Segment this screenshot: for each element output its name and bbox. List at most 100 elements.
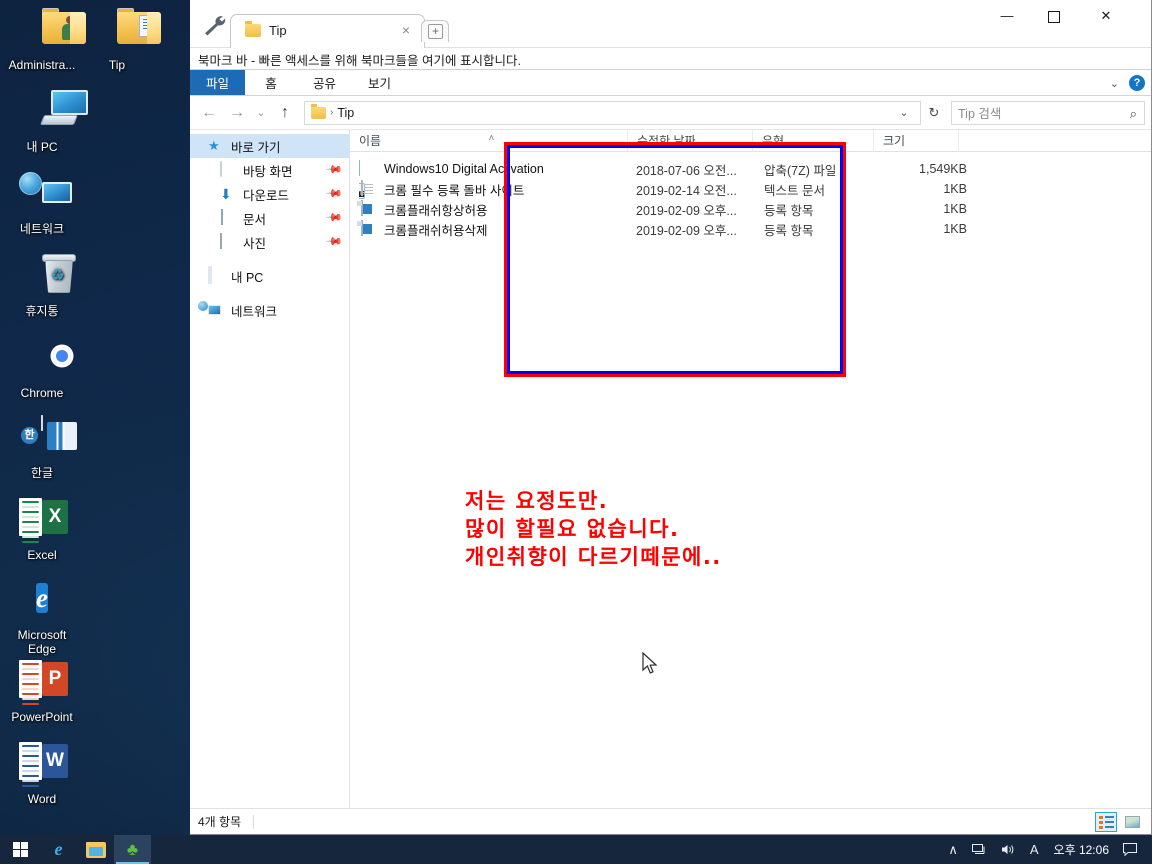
wrench-icon[interactable]	[202, 14, 228, 36]
desktop-icon-word[interactable]: W Word	[4, 742, 80, 806]
column-header-name[interactable]: ˄ 이름	[350, 129, 628, 152]
pin-icon: 📌	[324, 232, 343, 251]
file-date-modified: 2019-02-14 오전...	[636, 183, 737, 198]
desktop-icon-label: 네트워크	[19, 222, 65, 236]
ime-indicator[interactable]: A	[1023, 835, 1046, 864]
column-header-label: 유형	[762, 133, 785, 148]
desktop-icon-label: PowerPoint	[11, 710, 73, 724]
powerpoint-icon: P	[4, 660, 80, 706]
pin-icon: 📌	[324, 160, 343, 179]
windows-logo-icon	[12, 842, 28, 857]
file-type: 등록 항목	[764, 223, 814, 238]
sort-ascending-icon: ˄	[488, 132, 495, 144]
breadcrumb-separator: ›	[330, 107, 334, 118]
refresh-button[interactable]: ↻	[923, 105, 945, 121]
forward-button[interactable]: →	[224, 100, 250, 126]
pin-icon: 📌	[324, 208, 343, 227]
this-pc-icon	[208, 266, 225, 284]
sidebar-item-label: 사진	[243, 236, 267, 251]
navigation-pane: ★ 바로 가기 바탕 화면 📌 ⬇ 다운로드 📌 문서 📌 사진 📌 내 PC …	[190, 130, 350, 808]
desktop-icon-powerpoint[interactable]: P PowerPoint	[4, 660, 80, 724]
desktop-icon-edge[interactable]: e Microsoft Edge	[4, 578, 80, 656]
show-hidden-icons-chevron-icon[interactable]: ∧	[941, 835, 965, 864]
close-window-button[interactable]: ✕	[1083, 0, 1129, 32]
table-row[interactable]: 크롬플래쉬항상허용 2019-02-09 오후... 등록 항목 1KB	[350, 199, 1151, 219]
desktop-icon-grid: Administra... Tip 내 PC 네트워크 ♻ 휴지통 Chrome…	[0, 0, 190, 835]
new-tab-button[interactable]: +	[421, 20, 449, 42]
sidebar-item-downloads[interactable]: ⬇ 다운로드 📌	[190, 182, 349, 206]
desktop-icon-recycle-bin[interactable]: ♻ 휴지통	[4, 254, 80, 318]
recent-locations-button[interactable]: ⌄	[252, 100, 270, 126]
taskbar-button-file-explorer[interactable]	[77, 835, 114, 864]
registry-file-icon	[357, 219, 378, 238]
search-icon: ⌕	[1129, 105, 1137, 121]
explorer-body: ★ 바로 가기 바탕 화면 📌 ⬇ 다운로드 📌 문서 📌 사진 📌 내 PC …	[190, 129, 1151, 808]
ribbon-tab-home[interactable]: 홈	[245, 70, 297, 95]
text-file-icon	[359, 179, 378, 198]
sidebar-item-pictures[interactable]: 사진 📌	[190, 230, 349, 254]
file-list-pane: ˄ 이름 수정한 날짜 유형 크기 Windows10 Digital Acti…	[350, 129, 1151, 808]
file-date-modified: 2019-02-09 오후...	[636, 203, 737, 218]
sidebar-item-documents[interactable]: 문서 📌	[190, 206, 349, 230]
file-explorer-icon	[85, 841, 106, 858]
desktop-icon	[220, 161, 237, 178]
sidebar-item-this-pc[interactable]: 내 PC	[190, 264, 349, 288]
desktop-icon-label: Tip	[108, 58, 126, 72]
bookmark-bar[interactable]: 북마크 바 - 빠른 액세스를 위해 북마크들을 여기에 표시합니다.	[190, 48, 1151, 70]
thumbnail-view-button[interactable]	[1121, 812, 1143, 832]
minimize-button[interactable]: —	[984, 0, 1030, 32]
table-row[interactable]: 크롬플래쉬허용삭제 2019-02-09 오후... 등록 항목 1KB	[350, 219, 1151, 239]
column-header-type[interactable]: 유형	[753, 129, 874, 152]
start-button[interactable]	[0, 835, 40, 864]
column-header-size[interactable]: 크기	[874, 129, 959, 152]
column-header-date-modified[interactable]: 수정한 날짜	[628, 129, 753, 152]
desktop-icon-this-pc[interactable]: 내 PC	[4, 90, 88, 154]
sidebar-item-network[interactable]: 네트워크	[190, 298, 349, 322]
address-bar-row: ← → ⌄ ↑ › Tip ⌄ ↻ Tip 검색 ⌕	[190, 96, 1151, 130]
status-divider	[253, 814, 255, 829]
file-date-modified: 2019-02-09 오후...	[636, 223, 737, 238]
file-type: 텍스트 문서	[764, 183, 825, 198]
downloads-icon: ⬇	[220, 186, 232, 202]
file-size: 1KB	[943, 182, 967, 196]
folder-icon	[311, 103, 326, 119]
maximize-button[interactable]	[1031, 0, 1077, 32]
desktop-icon-chrome[interactable]: Chrome	[4, 336, 80, 400]
desktop-icon-network[interactable]: 네트워크	[4, 172, 80, 236]
taskbar-button-clover[interactable]: ♣	[114, 835, 151, 864]
chevron-down-icon[interactable]: ⌄	[1110, 77, 1119, 90]
desktop-icon-label: 한글	[30, 466, 54, 480]
file-rows: 7z Windows10 Digital Activation 2018-07-…	[350, 152, 1151, 808]
table-row[interactable]: 7z Windows10 Digital Activation 2018-07-…	[350, 159, 1151, 199]
clock[interactable]: 오후 12:06	[1046, 835, 1117, 864]
help-icon[interactable]: ?	[1129, 75, 1145, 91]
details-view-button[interactable]	[1095, 812, 1117, 832]
taskbar-button-edge[interactable]: e	[40, 835, 77, 864]
ribbon-tab-file[interactable]: 파일	[190, 70, 246, 95]
desktop-icon-hangul[interactable]: 한 한글	[4, 415, 80, 480]
desktop-icon-label: Word	[27, 792, 57, 806]
search-input[interactable]: Tip 검색 ⌕	[951, 100, 1145, 125]
sidebar-item-desktop[interactable]: 바탕 화면 📌	[190, 158, 349, 182]
ribbon-tab-view[interactable]: 보기	[352, 70, 407, 95]
file-name: 크롬 필수 등록 돌바 사이트	[384, 183, 525, 198]
back-button[interactable]: ←	[196, 100, 222, 126]
ribbon-tab-share[interactable]: 공유	[297, 70, 352, 95]
chevron-down-icon[interactable]: ⌄	[894, 106, 914, 119]
sidebar-item-quick-access[interactable]: ★ 바로 가기	[190, 134, 349, 158]
volume-icon[interactable]	[994, 835, 1023, 864]
up-button[interactable]: ↑	[272, 100, 298, 126]
desktop-icon-label: 내 PC	[26, 140, 58, 154]
desktop-icon-tip[interactable]: Tip	[79, 8, 161, 72]
table-row[interactable]: 크롬 필수 등록 돌바 사이트 2019-02-14 오전... 텍스트 문서 …	[350, 179, 1151, 199]
network-icon[interactable]	[965, 835, 994, 864]
desktop-icon-administrator[interactable]: Administra...	[4, 8, 86, 72]
notifications-icon[interactable]	[1117, 835, 1148, 864]
desktop-icon-excel[interactable]: X Excel	[4, 498, 80, 562]
registry-file-icon	[357, 199, 378, 218]
7zip-archive-icon: 7z	[359, 159, 378, 199]
explorer-tab-tip[interactable]: Tip ×	[230, 14, 425, 48]
sidebar-item-label: 다운로드	[243, 188, 290, 203]
breadcrumb[interactable]: › Tip ⌄	[304, 100, 921, 125]
close-tab-icon[interactable]: ×	[398, 22, 414, 39]
